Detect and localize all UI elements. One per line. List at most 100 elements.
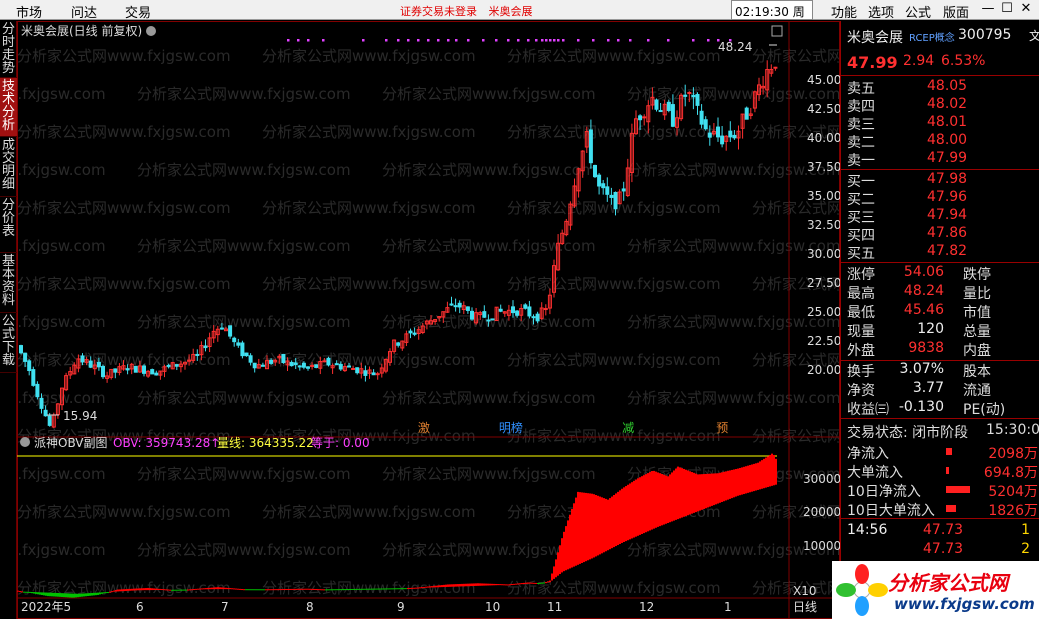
- signal-dot: [617, 39, 620, 42]
- candle-body: [486, 319, 491, 322]
- obv-bar: [651, 471, 653, 530]
- obv-bar: [201, 588, 203, 590]
- side-label: 文: [1029, 27, 1039, 44]
- obv-bar: [159, 588, 161, 590]
- obv-bar: [707, 473, 709, 508]
- obv-bar: [367, 588, 369, 590]
- obv-bar: [21, 591, 23, 593]
- concept-tag[interactable]: RCEP概念: [909, 29, 955, 44]
- obv-bar: [759, 461, 761, 490]
- obv-bar: [741, 467, 743, 495]
- candle-body: [695, 94, 700, 106]
- kline-chart[interactable]: 分析家公式网www.fxjgsw.com 分析家公式网www.fxjgsw.com…: [17, 21, 840, 619]
- x-tick: 6: [136, 600, 144, 614]
- tick-price: 47.73: [923, 522, 964, 538]
- tab-formula-download[interactable]: 公式下载: [0, 313, 17, 373]
- period-label[interactable]: 日线: [793, 600, 817, 614]
- ask-price: 47.99: [927, 150, 968, 166]
- login-notice[interactable]: 证券交易未登录: [400, 5, 477, 18]
- tab-technical[interactable]: 技术分析: [0, 78, 17, 137]
- obv-bar: [273, 589, 275, 591]
- obv-tick: 10000: [803, 539, 840, 553]
- candle-body: [703, 119, 708, 130]
- obv-bar: [135, 588, 137, 591]
- tab-trades[interactable]: 成交明细: [0, 137, 17, 197]
- obv-bar: [217, 587, 219, 590]
- candle-body: [691, 94, 696, 98]
- watermark-text: 分析家公式网www.fxjgsw.com: [262, 123, 476, 141]
- obv-bar: [645, 474, 647, 533]
- obv-bar: [469, 583, 471, 587]
- chart-title: 米奥会展(日线 前复权): [21, 23, 142, 38]
- signal-dot: [549, 39, 552, 42]
- watermark-text: 分析家公式网www.fxjgsw.com: [137, 541, 351, 559]
- obv-bar: [257, 589, 259, 591]
- clock: 02:19:30 周三: [731, 0, 813, 36]
- obv-bar: [691, 472, 693, 514]
- obv-bar: [153, 588, 155, 591]
- menu-trade[interactable]: 交易: [125, 2, 151, 21]
- watermark-text: 分析家公式网www.fxjgsw.com: [262, 199, 476, 217]
- zoom-label[interactable]: X10: [793, 584, 817, 598]
- close-icon[interactable]: ✕: [1018, 1, 1034, 18]
- obv-bar: [555, 559, 557, 578]
- watermark-text: 分析家公式网www.fxjgsw.com: [137, 389, 351, 407]
- obv-bar: [377, 588, 379, 590]
- stock-name: 米奥会展: [847, 30, 903, 46]
- obv-bar: [675, 468, 677, 520]
- obv-bar: [329, 589, 331, 591]
- price-tick: 25.00: [807, 305, 840, 319]
- logo-url: www.fxjgsw.com: [894, 595, 1035, 613]
- watermark-text: 分析家公式网www.fxjgsw.com: [17, 199, 231, 217]
- obv-bar: [365, 588, 367, 590]
- chevron-down-icon[interactable]: [146, 26, 156, 36]
- candle-body: [96, 361, 101, 368]
- candle-body: [236, 342, 241, 346]
- tab-intraday[interactable]: 分时走势: [0, 21, 17, 78]
- obv-bar: [191, 589, 193, 591]
- stat-label: 收益㈢: [847, 402, 889, 418]
- candle-body: [654, 99, 659, 110]
- settings-icon[interactable]: [20, 437, 30, 447]
- candle-body: [355, 367, 360, 374]
- obv-bar: [689, 471, 691, 515]
- menu-market[interactable]: 市场: [16, 2, 42, 21]
- candle-body: [658, 110, 663, 113]
- obv-bar: [553, 566, 555, 579]
- obv-bar: [75, 593, 77, 598]
- obv-bar: [415, 587, 417, 589]
- obv-bar: [309, 588, 311, 590]
- tick-vol: 1: [1021, 522, 1030, 538]
- obv-bar: [395, 588, 397, 590]
- obv-bar: [51, 592, 53, 597]
- minimize-icon[interactable]: —: [980, 1, 996, 18]
- watermark-text: 分析家公式网www.fxjgsw.com: [507, 275, 721, 293]
- candle-body: [666, 101, 671, 111]
- obv-bar: [743, 466, 745, 495]
- obv-bar: [437, 585, 439, 588]
- menu-options[interactable]: 选项: [868, 2, 894, 21]
- maximize-icon[interactable]: ☐: [999, 1, 1015, 18]
- obv-bar: [263, 589, 265, 591]
- tab-fundamentals[interactable]: 基本资料: [0, 253, 17, 313]
- obv-bar: [297, 588, 299, 590]
- marker-label: 减: [622, 421, 634, 435]
- obv-bar: [465, 583, 467, 587]
- menu-function[interactable]: 功能: [831, 2, 857, 21]
- obv-bar: [163, 589, 165, 591]
- candle-body: [687, 91, 692, 94]
- candle-body: [744, 107, 749, 120]
- menu-layout[interactable]: 版面: [943, 2, 969, 21]
- candle-body: [543, 308, 548, 311]
- watermark-text: 分析家公式网www.fxjgsw.com: [507, 427, 721, 445]
- obv-bar: [527, 582, 529, 584]
- menu-wenda[interactable]: 问达: [71, 2, 97, 21]
- obv-bar: [131, 588, 133, 591]
- obv-bar: [603, 498, 605, 553]
- stat-row: 最低 45.46 市值: [841, 302, 1039, 321]
- tab-price-table[interactable]: 分价表: [0, 197, 17, 253]
- candle-body: [252, 362, 257, 369]
- tick-row: 47.73 2: [841, 541, 1039, 560]
- obv-bar: [311, 588, 313, 590]
- menu-formula[interactable]: 公式: [905, 2, 931, 21]
